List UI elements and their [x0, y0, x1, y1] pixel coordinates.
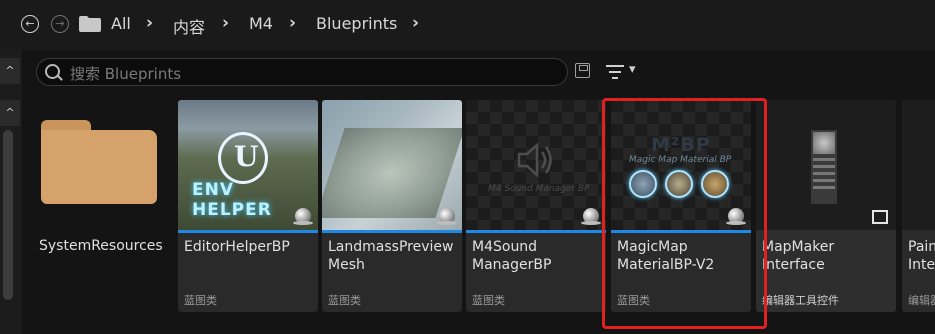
- asset-map-maker-interface[interactable]: MapMaker Interface 编辑器工具控件: [756, 100, 896, 312]
- asset-thumbnail: [902, 100, 935, 230]
- path-bar: [0, 0, 935, 50]
- save-search-icon[interactable]: [575, 63, 590, 78]
- blueprint-sphere-icon: [437, 208, 457, 225]
- blueprint-sphere-icon: [581, 208, 601, 225]
- collapse-up-icon[interactable]: ^: [0, 58, 20, 84]
- selection-highlight: [602, 98, 767, 329]
- folder-icon: [41, 130, 157, 204]
- scrollbar[interactable]: [3, 130, 13, 300]
- breadcrumb-blueprints[interactable]: Blueprints: [316, 14, 397, 33]
- breadcrumb-all[interactable]: All: [111, 14, 131, 33]
- filter-icon[interactable]: [605, 64, 625, 80]
- asset-type: 蓝图类: [184, 294, 217, 307]
- breadcrumb-content[interactable]: 内容: [173, 14, 205, 38]
- chevron-down-icon[interactable]: ▾: [629, 62, 636, 77]
- asset-type: 编辑器: [908, 294, 935, 307]
- asset-thumbnail: [756, 100, 896, 230]
- thumbnail-caption: M4 Sound Manager BP: [488, 184, 590, 194]
- widget-preview: [811, 130, 837, 204]
- asset-m4-sound-manager-bp[interactable]: M4 Sound Manager BP M4Sound ManagerBP 蓝图类: [466, 100, 606, 312]
- breadcrumb-chevron-icon[interactable]: ›: [412, 13, 419, 33]
- speaker-icon: [517, 142, 552, 178]
- asset-name: MapMaker Interface: [762, 239, 835, 273]
- asset-thumbnail: U ENV HELPER: [178, 100, 318, 230]
- asset-editor-helper-bp[interactable]: U ENV HELPER EditorHelperBP 蓝图类: [178, 100, 318, 312]
- widget-blueprint-icon: [872, 210, 888, 224]
- breadcrumb-chevron-icon[interactable]: ›: [222, 13, 229, 33]
- breadcrumb-chevron-icon[interactable]: ›: [146, 13, 153, 33]
- search-input[interactable]: 搜索 Blueprints: [36, 58, 568, 86]
- asset-name: EditorHelperBP: [184, 239, 290, 255]
- asset-type: 编辑器工具控件: [762, 294, 839, 307]
- blueprint-sphere-icon: [293, 208, 313, 225]
- breadcrumb-chevron-icon[interactable]: ›: [289, 13, 296, 33]
- breadcrumb-m4[interactable]: M4: [249, 14, 273, 33]
- asset-name: M4Sound ManagerBP: [472, 239, 552, 273]
- asset-thumbnail: [322, 100, 462, 230]
- asset-thumbnail: M4 Sound Manager BP: [466, 100, 606, 230]
- asset-name: PainInter: [908, 239, 935, 273]
- asset-type: 蓝图类: [328, 294, 361, 307]
- asset-landmass-preview-mesh[interactable]: LandmassPreview Mesh 蓝图类: [322, 100, 462, 312]
- forward-arrow-icon[interactable]: →: [51, 15, 69, 33]
- folder-system-resources[interactable]: [41, 120, 157, 204]
- folder-label: SystemResources: [39, 238, 163, 254]
- back-arrow-icon[interactable]: ←: [21, 15, 39, 33]
- folder-icon[interactable]: [79, 16, 101, 32]
- asset-type: 蓝图类: [472, 294, 505, 307]
- collapse-up-icon[interactable]: ^: [0, 100, 20, 126]
- asset-name: LandmassPreview Mesh: [328, 239, 454, 273]
- search-placeholder: 搜索 Blueprints: [70, 65, 182, 83]
- asset-paint-interface[interactable]: PainInter 编辑器: [902, 100, 935, 312]
- search-icon: [45, 64, 60, 79]
